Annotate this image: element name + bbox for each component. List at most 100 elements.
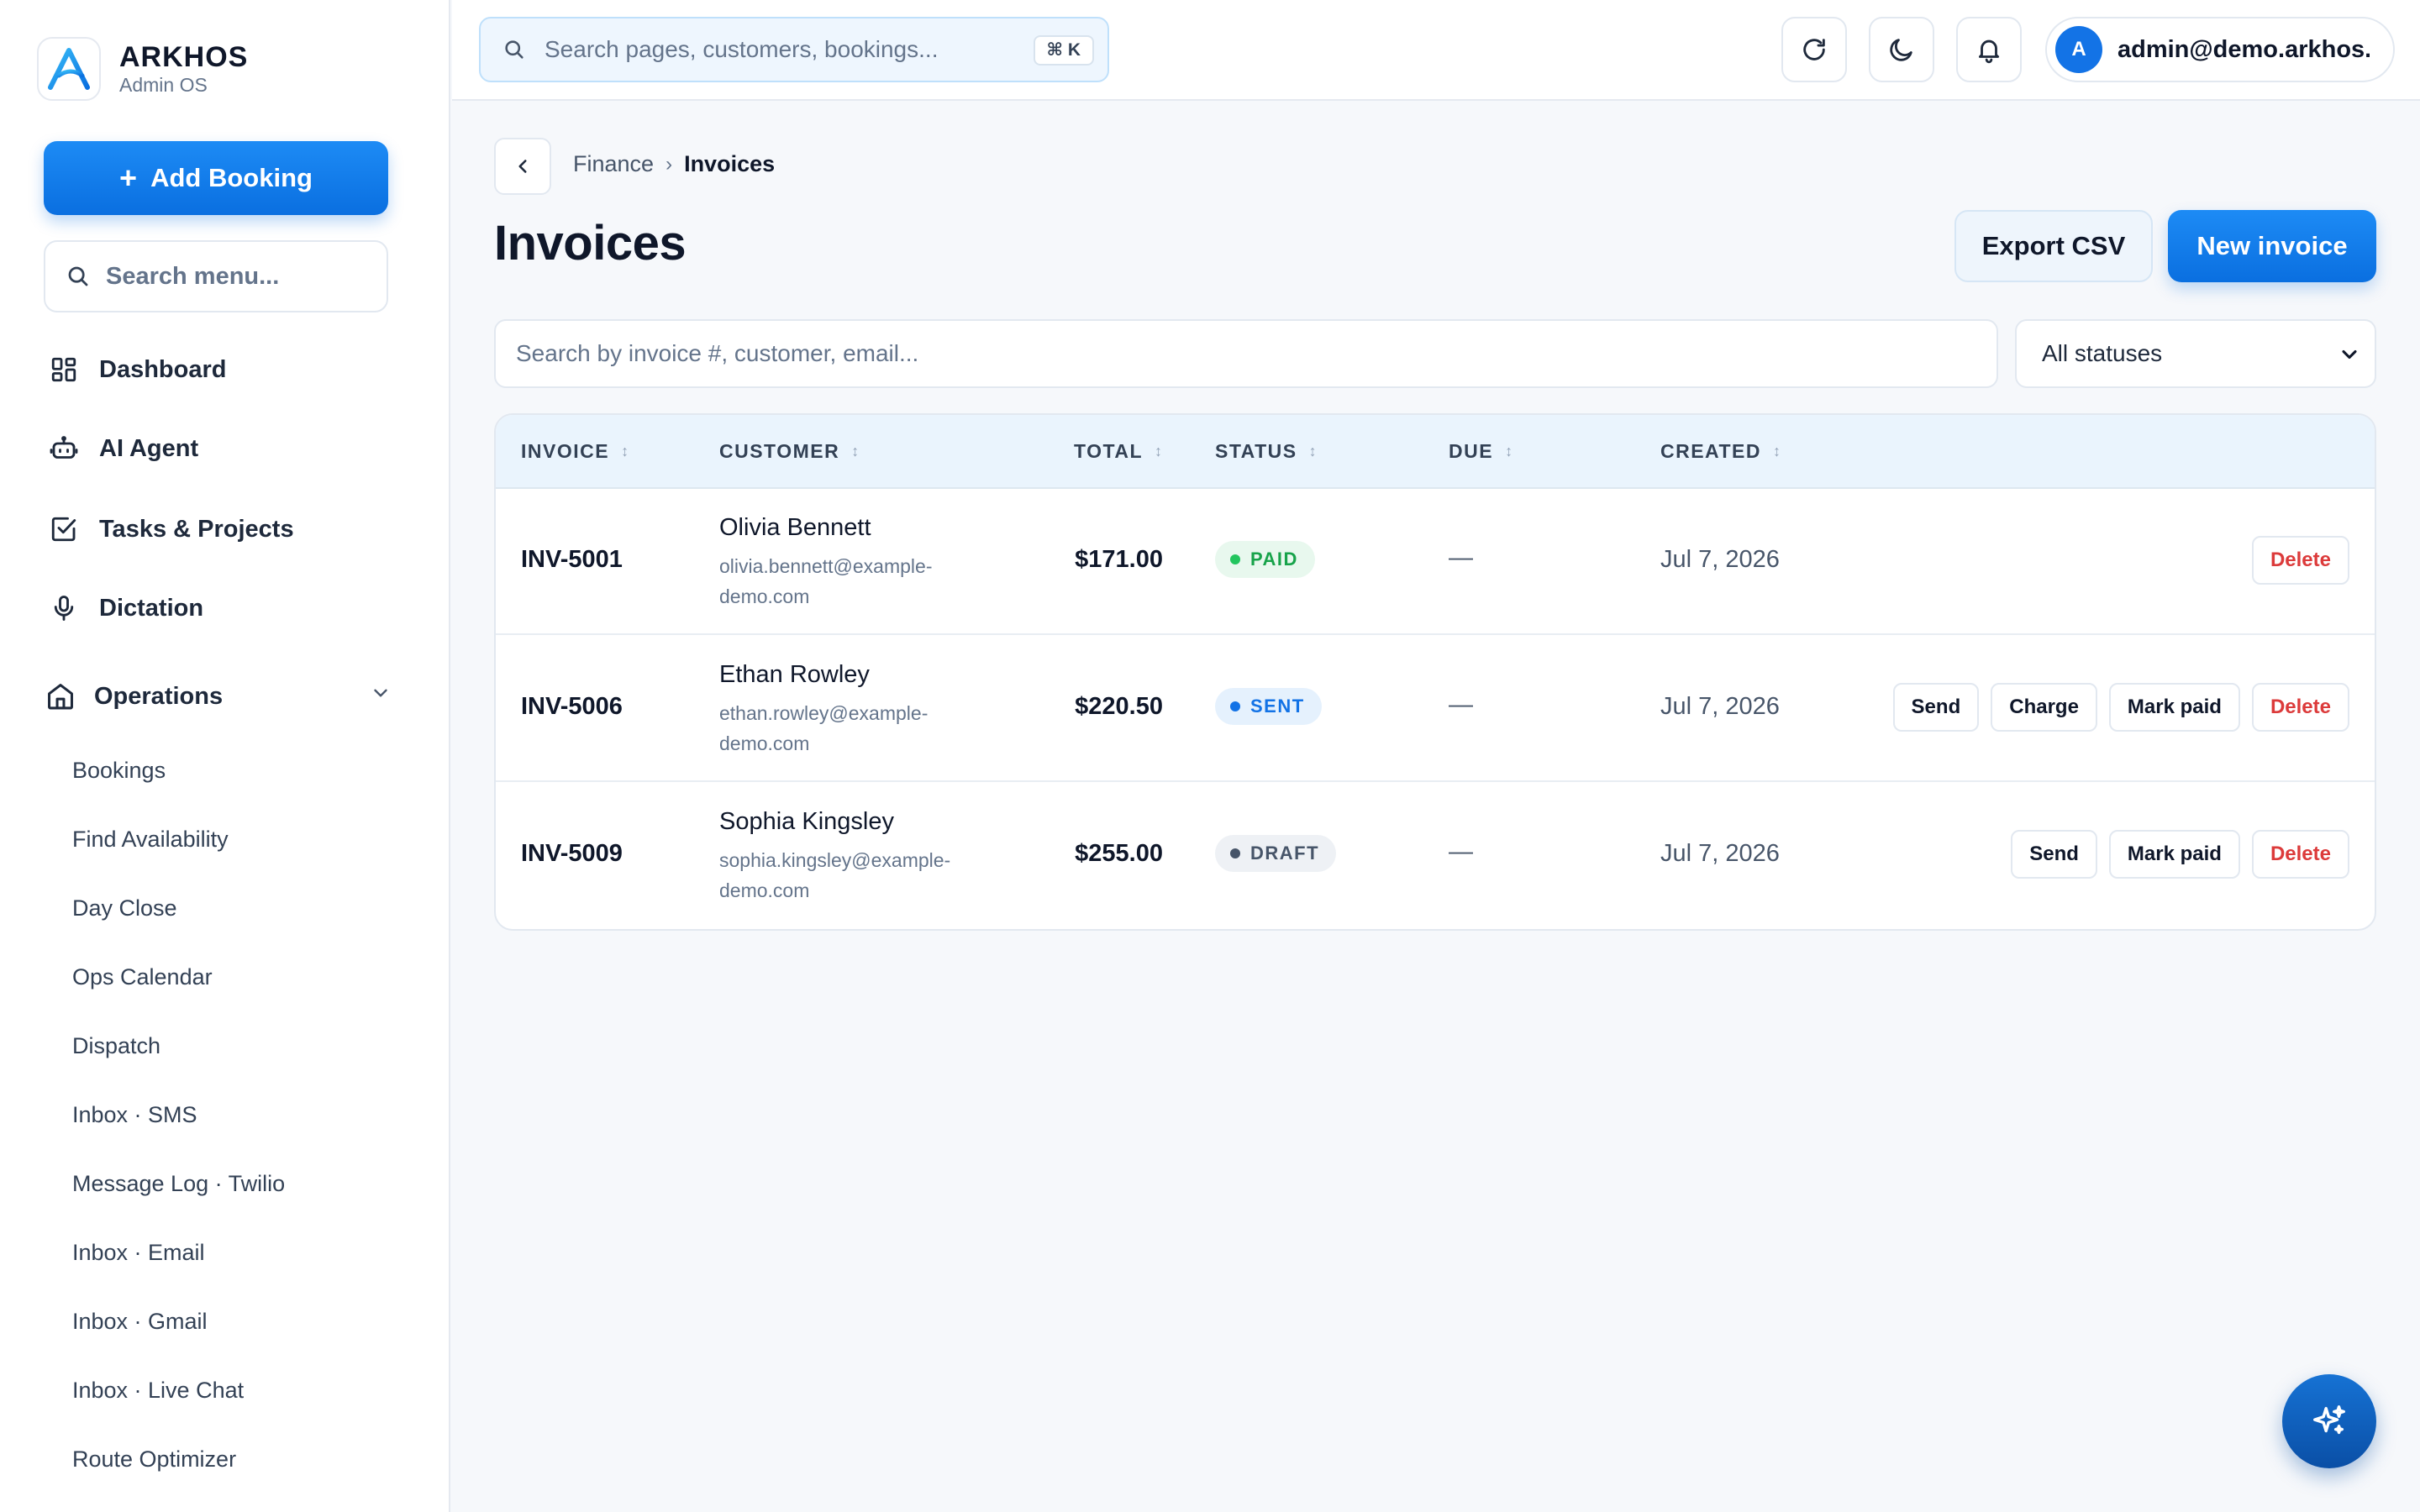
chevron-down-icon: [2338, 343, 2361, 372]
sparkles-icon: [2313, 1405, 2345, 1435]
column-label: DUE: [1449, 440, 1494, 462]
breadcrumb-current: Invoices: [684, 151, 776, 176]
sidebar-subitem-dispatch[interactable]: Dispatch: [72, 1029, 160, 1063]
search-icon: [505, 40, 523, 59]
sidebar-subitem-route-optimizer[interactable]: Route Optimizer: [72, 1442, 236, 1476]
robot-icon: [47, 432, 81, 465]
breadcrumb-separator-icon: ›: [666, 152, 673, 176]
invoice-total: $220.50: [1075, 693, 1163, 720]
mark-paid-button[interactable]: Mark paid: [2108, 830, 2240, 879]
invoice-total: $171.00: [1075, 546, 1163, 573]
invoice-number: INV-5006: [521, 693, 623, 720]
table-header: INVOICE ↕ CUSTOMER ↕ TOTAL ↕ STATUS ↕ DUE ↕ C…: [496, 415, 2375, 489]
sidebar-subitem-inbox-sms[interactable]: Inbox · SMS: [72, 1098, 197, 1131]
delete-button[interactable]: Delete: [2251, 683, 2349, 732]
home-icon: [44, 680, 77, 713]
customer-name: Sophia Kingsley: [719, 808, 894, 835]
send-button[interactable]: Send: [1892, 683, 1980, 732]
customer-email: sophia.kingsley@example-demo.com: [719, 849, 951, 901]
export-csv-button[interactable]: Export CSV: [1954, 210, 2153, 282]
sidebar-subitem-inbox-gmail[interactable]: Inbox · Gmail: [72, 1305, 208, 1338]
sidebar-subitem-day-close[interactable]: Day Close: [72, 891, 177, 925]
table-row[interactable]: INV-5006 Ethan Rowley ethan.rowley@examp…: [496, 636, 2375, 782]
column-header-due[interactable]: DUE ↕: [1449, 440, 1512, 463]
sidebar: ARKHOS Admin OS + Add Booking Dashboard …: [0, 0, 450, 1512]
column-label: STATUS: [1215, 440, 1297, 462]
chevron-down-icon: [370, 682, 392, 711]
theme-toggle-button[interactable]: [1869, 17, 1934, 82]
bell-icon: [1978, 39, 2000, 64]
column-label: CREATED: [1660, 440, 1761, 462]
ai-assistant-button[interactable]: [2282, 1374, 2376, 1468]
column-header-invoice[interactable]: INVOICE ↕: [521, 440, 629, 463]
charge-button[interactable]: Charge: [1991, 683, 2097, 732]
back-button[interactable]: [494, 138, 551, 195]
delete-button[interactable]: Delete: [2251, 830, 2349, 879]
delete-button[interactable]: Delete: [2251, 536, 2349, 585]
status-label: SENT: [1250, 696, 1305, 717]
status-badge: PAID: [1215, 541, 1315, 578]
status-badge: DRAFT: [1215, 835, 1337, 872]
sidebar-subitem-message-log-twilio[interactable]: Message Log · Twilio: [72, 1167, 285, 1200]
due-date: —: [1449, 544, 1473, 571]
invoice-search-input[interactable]: [494, 319, 1998, 388]
customer-email: olivia.bennett@example-demo.com: [719, 555, 933, 607]
status-filter-select[interactable]: All statuses: [2015, 319, 2376, 388]
global-search-input[interactable]: [544, 36, 1015, 63]
shortcut-hint: ⌘ K: [1033, 35, 1094, 66]
avatar: A: [2055, 26, 2102, 73]
add-booking-button[interactable]: + Add Booking: [44, 141, 388, 215]
sidebar-subitem-find-availability[interactable]: Find Availability: [72, 822, 229, 856]
status-label: PAID: [1250, 549, 1298, 570]
mark-paid-button[interactable]: Mark paid: [2108, 683, 2240, 732]
column-header-total[interactable]: TOTAL ↕: [1074, 440, 1162, 463]
column-header-customer[interactable]: CUSTOMER ↕: [719, 440, 859, 463]
sort-icon: ↕: [1308, 443, 1317, 459]
sidebar-subitem-ops-calendar[interactable]: Ops Calendar: [72, 960, 213, 994]
column-header-created[interactable]: CREATED ↕: [1660, 440, 1781, 463]
sidebar-subitem-bookings[interactable]: Bookings: [72, 753, 166, 787]
sort-icon: ↕: [851, 443, 860, 459]
status-label: DRAFT: [1250, 843, 1320, 864]
sidebar-group-operations[interactable]: Operations: [44, 670, 392, 722]
row-actions: Send Mark paid Delete: [2011, 830, 2349, 879]
invoice-number: INV-5009: [521, 840, 623, 867]
page-title: Invoices: [494, 216, 687, 270]
new-invoice-button[interactable]: New invoice: [2168, 210, 2376, 282]
sidebar-item-label: Dictation: [99, 594, 204, 622]
menu-search: [44, 240, 388, 312]
column-header-status[interactable]: STATUS ↕: [1215, 440, 1317, 463]
sidebar-item-label: Tasks & Projects: [99, 515, 294, 543]
sidebar-subitem-inbox-live-chat[interactable]: Inbox · Live Chat: [72, 1373, 244, 1407]
user-menu[interactable]: A admin@demo.arkhos.com: [2045, 17, 2395, 82]
topbar: ⌘ K A admin@demo.arkhos.com: [452, 0, 2420, 101]
global-search: ⌘ K: [479, 17, 1109, 82]
invoices-table: INVOICE ↕ CUSTOMER ↕ TOTAL ↕ STATUS ↕ DUE ↕ C…: [494, 413, 2376, 931]
sort-icon: ↕: [1155, 443, 1163, 459]
sidebar-item-dictation[interactable]: Dictation: [47, 583, 203, 633]
status-dot-icon: [1230, 701, 1240, 711]
brand[interactable]: ARKHOS Admin OS: [37, 37, 248, 101]
due-date: —: [1449, 691, 1473, 718]
dashboard-grid-icon: [47, 353, 81, 386]
sidebar-subitem-inbox-email[interactable]: Inbox · Email: [72, 1236, 205, 1269]
sidebar-item-tasks-projects[interactable]: Tasks & Projects: [47, 504, 294, 554]
notifications-button[interactable]: [1956, 17, 2022, 82]
sidebar-item-ai-agent[interactable]: AI Agent: [47, 423, 198, 474]
due-date: —: [1449, 838, 1473, 865]
refresh-button[interactable]: [1781, 17, 1847, 82]
send-button[interactable]: Send: [2011, 830, 2097, 879]
status-filter-value: All statuses: [2042, 340, 2163, 366]
customer-email: ethan.rowley@example-demo.com: [719, 702, 929, 754]
table-row[interactable]: INV-5001 Olivia Bennett olivia.bennett@e…: [496, 489, 2375, 635]
customer-name: Olivia Bennett: [719, 514, 871, 541]
menu-search-input[interactable]: [106, 262, 358, 291]
status-dot-icon: [1230, 848, 1240, 858]
sidebar-item-label: Dashboard: [99, 355, 227, 383]
sidebar-item-dashboard[interactable]: Dashboard: [47, 344, 226, 395]
table-row[interactable]: INV-5009 Sophia Kingsley sophia.kingsley…: [496, 783, 2375, 929]
created-date: Jul 7, 2026: [1660, 546, 1780, 573]
moon-icon: [1890, 39, 1912, 61]
microphone-icon: [47, 591, 81, 625]
breadcrumb-parent[interactable]: Finance: [573, 151, 654, 177]
